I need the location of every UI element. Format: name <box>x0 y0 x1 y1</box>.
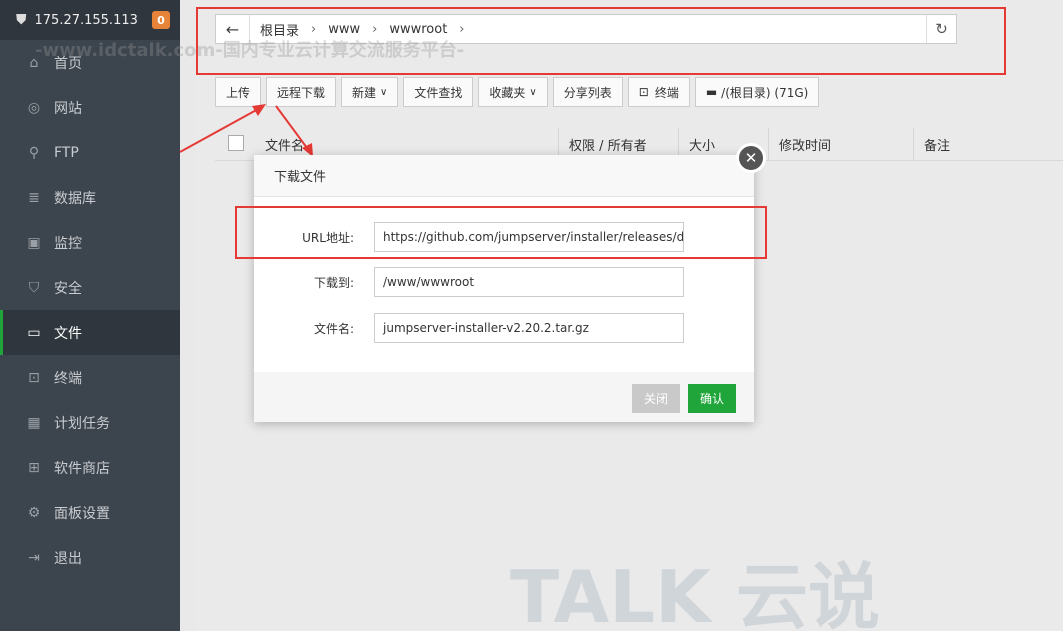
sidebar-item-files[interactable]: ▭ 文件 <box>0 310 180 355</box>
chevron-down-icon: ∨ <box>380 86 388 98</box>
server-header: ⛊ 175.27.155.113 0 <box>0 0 180 40</box>
sidebar-item-label: 安全 <box>54 280 82 297</box>
sidebar-item-label: FTP <box>54 144 79 161</box>
file-search-button[interactable]: 文件查找 <box>403 77 474 107</box>
dest-row: 下载到: /www/wwwroot <box>254 267 754 297</box>
sidebar-item-terminal[interactable]: ⊡ 终端 <box>0 355 180 400</box>
disk-label: /(根目录) (71G) <box>721 85 809 100</box>
folder-icon: ▭ <box>27 324 41 341</box>
favorites-label: 收藏夹 <box>489 85 526 100</box>
server-ip: 175.27.155.113 <box>34 12 138 28</box>
monitor-icon: ▣ <box>27 234 41 251</box>
close-button[interactable]: 关闭 <box>632 384 680 413</box>
shield-icon: ⛉ <box>28 279 40 296</box>
terminal-button[interactable]: ⊡ 终端 <box>627 77 690 107</box>
sidebar-item-label: 软件商店 <box>54 460 110 477</box>
upload-button[interactable]: 上传 <box>215 77 262 107</box>
sidebar-item-label: 文件 <box>54 325 82 342</box>
sidebar-item-settings[interactable]: ⚙ 面板设置 <box>0 490 180 535</box>
dialog-title: 下载文件 <box>254 155 754 197</box>
close-icon[interactable]: ✕ <box>736 143 766 173</box>
calendar-icon: ▦ <box>27 414 41 431</box>
terminal-icon: ⊡ <box>638 85 649 99</box>
filename-row: 文件名: jumpserver-installer-v2.20.2.tar.gz <box>254 313 754 343</box>
confirm-button[interactable]: 确认 <box>688 384 736 413</box>
new-label: 新建 <box>352 85 377 100</box>
sidebar-item-monitor[interactable]: ▣ 监控 <box>0 220 180 265</box>
dest-input[interactable]: /www/wwwroot <box>374 267 684 297</box>
sidebar-item-label: 退出 <box>54 550 82 567</box>
sidebar: ⛊ 175.27.155.113 0 ⌂ 首页 ◎ 网站 ⚲ FTP ≣ 数据库… <box>0 0 180 631</box>
ftp-icon: ⚲ <box>28 144 40 161</box>
col-modified[interactable]: 修改时间 <box>768 128 913 161</box>
sidebar-item-label: 监控 <box>54 235 82 252</box>
disk-button[interactable]: ▬ /(根目录) (71G) <box>694 77 820 107</box>
server-icon: ⛊ <box>16 12 27 28</box>
new-dropdown-button[interactable]: 新建 ∨ <box>341 77 399 107</box>
annotation-box-url <box>235 206 767 259</box>
favorites-dropdown-button[interactable]: 收藏夹 ∨ <box>478 77 548 107</box>
terminal-icon: ⊡ <box>28 369 40 386</box>
watermark-logo: TALK 云说 <box>510 555 880 631</box>
filename-label: 文件名: <box>313 321 354 336</box>
sidebar-item-logout[interactable]: ⇥ 退出 <box>0 535 180 580</box>
sidebar-item-database[interactable]: ≣ 数据库 <box>0 175 180 220</box>
file-toolbar: 上传 远程下载 新建 ∨ 文件查找 收藏夹 ∨ 分享列表 ⊡ 终端 ▬ /(根目… <box>215 77 824 107</box>
sidebar-item-label: 面板设置 <box>54 505 110 522</box>
database-icon: ≣ <box>28 189 40 206</box>
sidebar-item-website[interactable]: ◎ 网站 <box>0 85 180 130</box>
sidebar-item-label: 计划任务 <box>54 415 110 432</box>
annotation-box-path <box>196 7 1006 75</box>
dest-label: 下载到: <box>313 275 354 290</box>
sidebar-item-ftp[interactable]: ⚲ FTP <box>0 130 180 175</box>
sidebar-item-security[interactable]: ⛉ 安全 <box>0 265 180 310</box>
sidebar-item-label: 网站 <box>54 100 82 117</box>
download-file-dialog: 下载文件 URL地址: https://github.com/jumpserve… <box>254 155 754 422</box>
col-remark[interactable]: 备注 <box>913 128 1063 161</box>
select-all-checkbox[interactable] <box>228 135 244 151</box>
sidebar-item-label: 终端 <box>54 370 82 387</box>
gear-icon: ⚙ <box>27 504 41 521</box>
notification-badge[interactable]: 0 <box>151 11 170 29</box>
sidebar-item-store[interactable]: ⊞ 软件商店 <box>0 445 180 490</box>
sidebar-item-label: 数据库 <box>54 190 96 207</box>
disk-icon: ▬ <box>705 85 718 99</box>
chevron-down-icon: ∨ <box>529 86 537 98</box>
logout-icon: ⇥ <box>28 549 40 566</box>
filename-input[interactable]: jumpserver-installer-v2.20.2.tar.gz <box>374 313 684 343</box>
dialog-footer: 关闭 确认 <box>254 372 754 422</box>
terminal-label: 终端 <box>654 85 679 100</box>
globe-icon: ◎ <box>27 99 41 116</box>
remote-download-button[interactable]: 远程下载 <box>266 77 337 107</box>
grid-icon: ⊞ <box>28 459 40 476</box>
sidebar-item-cron[interactable]: ▦ 计划任务 <box>0 400 180 445</box>
share-list-button[interactable]: 分享列表 <box>552 77 623 107</box>
